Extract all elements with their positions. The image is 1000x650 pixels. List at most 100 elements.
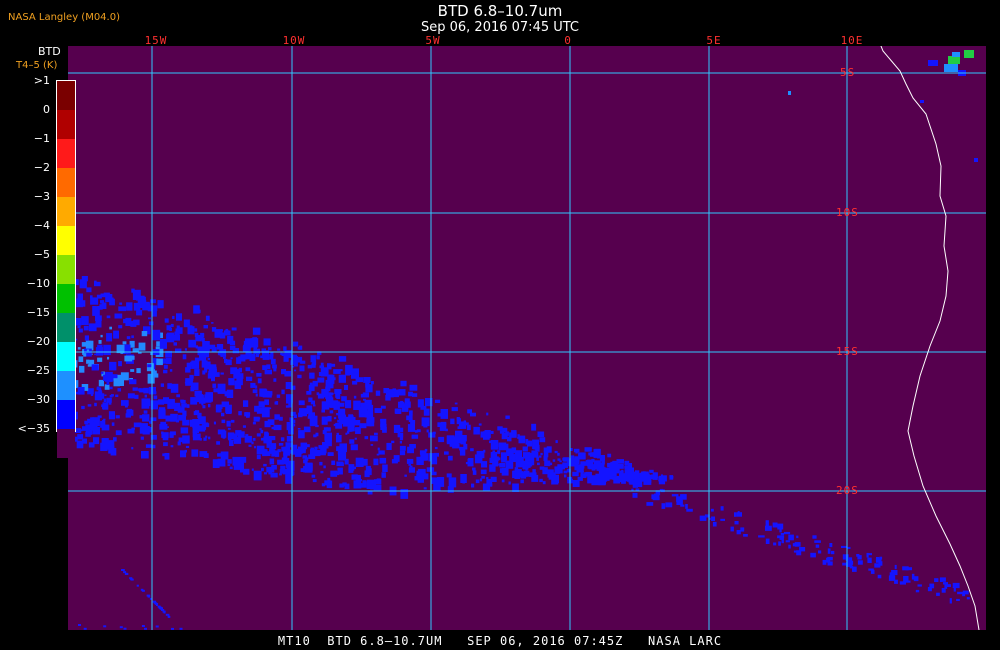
cloud-pixel bbox=[252, 337, 258, 341]
cloud-pixel bbox=[280, 437, 285, 442]
cloud-pixel bbox=[421, 417, 430, 427]
cloud-pixel bbox=[205, 315, 210, 321]
cloud-pixel bbox=[572, 480, 580, 487]
cloud-pixel bbox=[250, 370, 254, 374]
cloud-pixel bbox=[380, 423, 387, 430]
cloud-pixel bbox=[270, 472, 278, 478]
cloud-pixel bbox=[440, 409, 448, 419]
cloud-pixel bbox=[345, 432, 348, 435]
cloud-pixel bbox=[319, 449, 326, 456]
cloud-pixel bbox=[323, 369, 327, 372]
cloud-pixel bbox=[878, 561, 883, 566]
cloud-pixel bbox=[224, 358, 228, 364]
cloud-pixel bbox=[631, 488, 634, 491]
cloud-pixel bbox=[345, 400, 352, 409]
cloud-pixel bbox=[215, 405, 222, 413]
cloud-pixel bbox=[470, 448, 474, 452]
cloud-pixel bbox=[203, 437, 207, 441]
cloud-pixel bbox=[966, 597, 970, 600]
cloud-pixel bbox=[646, 502, 654, 506]
cloud-pixel bbox=[336, 446, 342, 452]
cloud-pixel bbox=[480, 469, 487, 475]
colorbar-title: BTD bbox=[38, 45, 61, 58]
cloud-pixel bbox=[273, 368, 277, 372]
cloud-pixel bbox=[102, 402, 109, 410]
cloud-pixel bbox=[94, 281, 101, 287]
cloud-pixel bbox=[236, 377, 241, 381]
cloud-pixel bbox=[254, 446, 256, 449]
cloud-pixel bbox=[184, 449, 187, 453]
cloud-pixel bbox=[366, 479, 375, 487]
colorbar-tick: <−35 bbox=[17, 422, 50, 435]
cloud-pixel bbox=[420, 453, 429, 461]
cloud-pixel bbox=[217, 429, 226, 435]
cloud-pixel bbox=[347, 427, 351, 432]
cloud-pixel bbox=[330, 392, 333, 396]
cloud-pixel bbox=[593, 477, 598, 481]
map-title: BTD 6.8–10.7um bbox=[437, 2, 563, 20]
cloud-pixel bbox=[186, 404, 190, 408]
cloud-pixel bbox=[153, 395, 158, 400]
cloud-pixel bbox=[219, 331, 223, 335]
cloud-pixel bbox=[476, 450, 485, 459]
cloud-pixel bbox=[288, 403, 292, 408]
cloud-pixel bbox=[470, 412, 476, 417]
cloud-pixel bbox=[260, 429, 264, 434]
cloud-pixel bbox=[252, 438, 256, 441]
cloud-pixel bbox=[322, 442, 329, 449]
cloud-pixel bbox=[319, 365, 324, 369]
satellite-image-map bbox=[68, 46, 986, 630]
cloud-pixel bbox=[148, 321, 154, 326]
cloud-pixel bbox=[297, 374, 302, 379]
cloud-pixel bbox=[194, 390, 202, 397]
cloud-pixel bbox=[120, 372, 129, 381]
cloud-pixel bbox=[905, 580, 911, 583]
cloud-pixel bbox=[167, 383, 172, 389]
cloud-pixel bbox=[299, 365, 305, 372]
cloud-pixel bbox=[563, 470, 568, 474]
lon-label-5w: 5W bbox=[425, 34, 441, 47]
cloud-pixel bbox=[905, 567, 912, 571]
cloud-pixel bbox=[165, 357, 172, 364]
cloud-pixel bbox=[680, 504, 685, 507]
cloud-pixel bbox=[686, 508, 693, 512]
cloud-pixel bbox=[964, 50, 974, 58]
cloud-pixel bbox=[395, 408, 402, 414]
cloud-pixel bbox=[473, 426, 480, 435]
colorbar-segment bbox=[57, 139, 75, 168]
cloud-pixel bbox=[404, 474, 407, 477]
cloud-pixel bbox=[842, 554, 849, 560]
cloud-pixel bbox=[261, 348, 266, 352]
cloud-pixel bbox=[152, 444, 156, 449]
cloud-pixel bbox=[455, 430, 463, 437]
colorbar-segment bbox=[57, 342, 75, 371]
cloud-pixel bbox=[77, 293, 83, 302]
cloud-pixel bbox=[244, 435, 252, 443]
cloud-pixel bbox=[121, 569, 125, 571]
cloud-pixel bbox=[336, 435, 342, 443]
cloud-pixel bbox=[537, 462, 540, 466]
cloud-pixel bbox=[377, 447, 380, 451]
cloud-pixel bbox=[331, 460, 336, 465]
cloud-pixel bbox=[344, 385, 348, 390]
cloud-pixel bbox=[310, 409, 313, 412]
cloud-pixel bbox=[416, 429, 421, 433]
cloud-pixel bbox=[293, 341, 299, 347]
cloud-pixel bbox=[94, 307, 99, 312]
cloud-pixel bbox=[169, 432, 174, 438]
cloud-pixel bbox=[337, 419, 340, 423]
cloud-pixel bbox=[448, 440, 451, 443]
cloud-pixel bbox=[645, 474, 649, 478]
cloud-pixel bbox=[520, 472, 527, 479]
cloud-pixel bbox=[353, 480, 362, 489]
cloud-pixel bbox=[509, 432, 517, 438]
cloud-pixel bbox=[170, 383, 179, 393]
cloud-pixel bbox=[353, 400, 361, 410]
cloud-pixel bbox=[272, 364, 277, 369]
cloud-pixel bbox=[299, 408, 307, 417]
cloud-pixel bbox=[176, 325, 180, 329]
cloud-pixel bbox=[399, 450, 406, 456]
cloud-pixel bbox=[472, 467, 476, 471]
cloud-pixel bbox=[252, 421, 256, 425]
cloud-pixel bbox=[525, 467, 528, 471]
